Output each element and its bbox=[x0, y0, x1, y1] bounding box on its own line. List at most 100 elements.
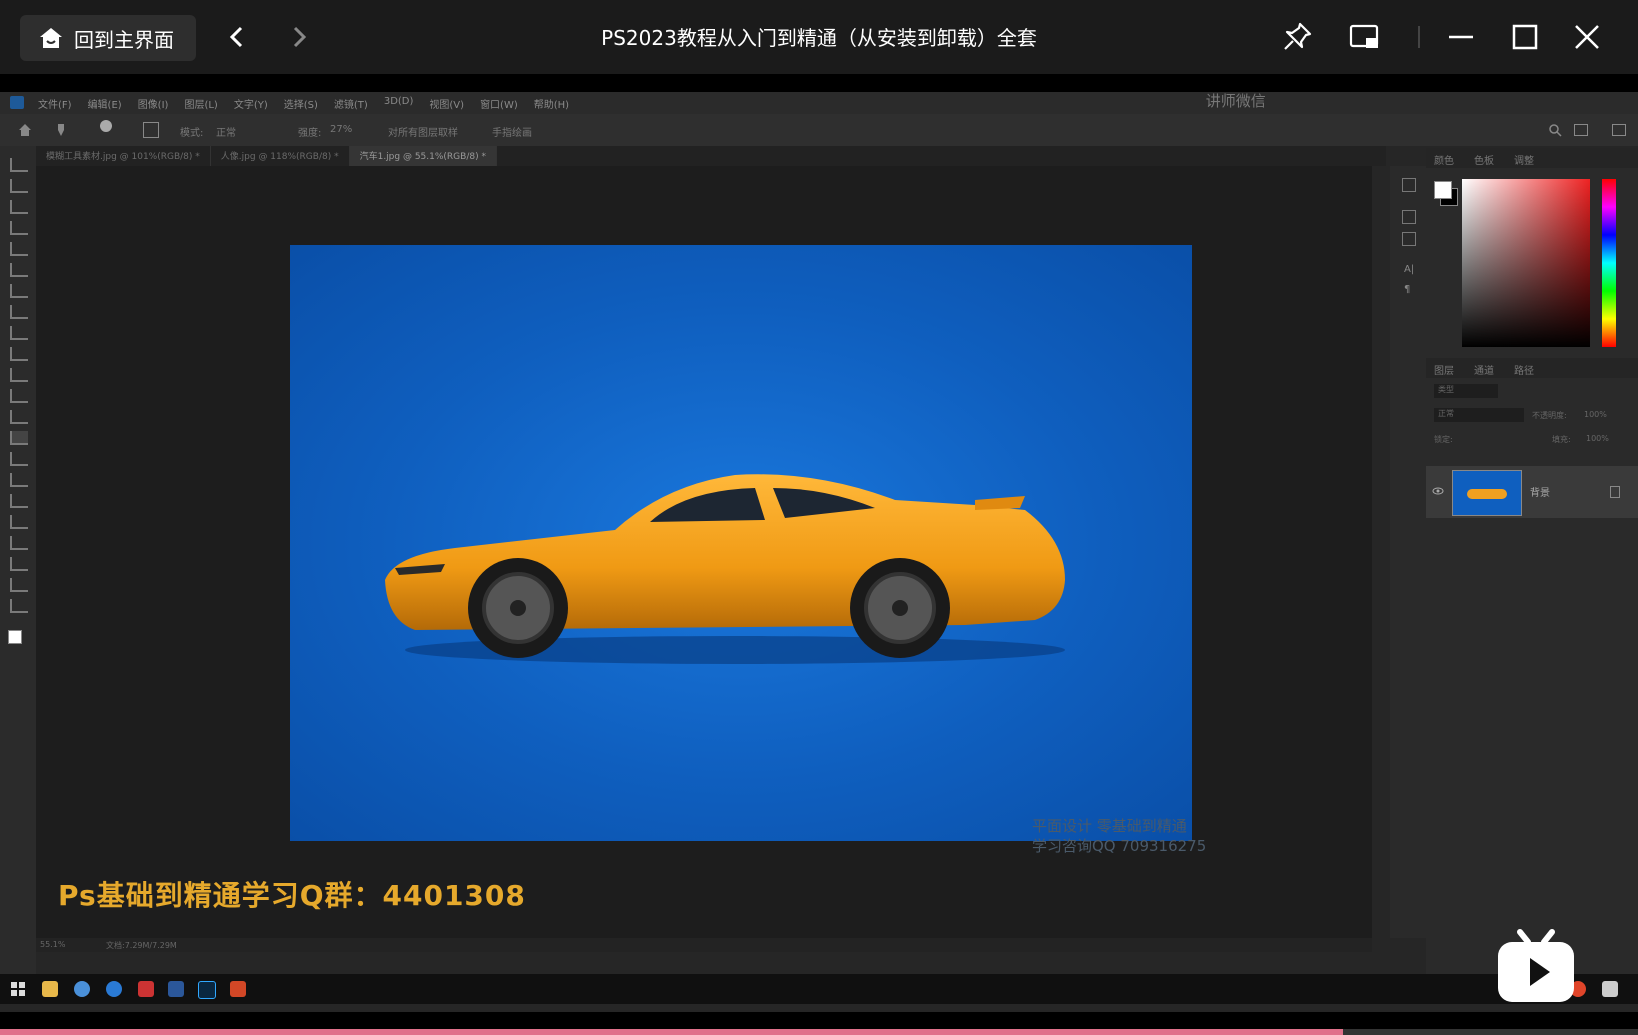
blend-mode-select: 正常 bbox=[1434, 408, 1524, 422]
pen-tool-icon bbox=[10, 473, 28, 487]
ps-right-panels: 颜色 色板 调整 图层 通道 路径 类型 正常 不透明度: 100% 锁定: 填充: 1… bbox=[1426, 148, 1638, 978]
ps-menu-item: 视图(V) bbox=[429, 100, 465, 111]
ps-doc-tab: 模糊工具素材.jpg @ 101%(RGB/8) * bbox=[36, 146, 211, 166]
layers-panel-tabs: 图层 通道 路径 bbox=[1426, 358, 1638, 378]
color-panel-tab: 色板 bbox=[1474, 156, 1494, 167]
finger-paint: 手指绘画 bbox=[492, 128, 532, 139]
brush-settings-icon bbox=[143, 122, 159, 138]
brush-tool-icon bbox=[10, 326, 28, 340]
sample-all-layers: 对所有图层取样 bbox=[388, 128, 458, 139]
visibility-eye-icon bbox=[1432, 487, 1444, 495]
layer-thumbnail bbox=[1452, 470, 1522, 516]
picture-in-picture-icon[interactable] bbox=[1348, 20, 1382, 54]
ps-menu-item: 帮助(H) bbox=[533, 100, 570, 111]
ps-menu-item: 滤镜(T) bbox=[333, 100, 368, 111]
player-titlebar: 回到主界面 PS2023教程从入门到精通（从安装到卸载）全套 bbox=[0, 0, 1638, 74]
lock-label: 锁定: bbox=[1434, 435, 1453, 444]
hue-slider bbox=[1602, 179, 1616, 347]
ps-home-icon bbox=[19, 124, 31, 136]
paragraph-icon: ¶ bbox=[1404, 284, 1411, 295]
character-icon: A| bbox=[1404, 264, 1415, 275]
ps-logo-icon bbox=[10, 96, 24, 109]
share-icon bbox=[1612, 124, 1626, 136]
canvas-watermark: 平面设计 零基础到精通 学习咨询QQ 709316275 bbox=[1032, 816, 1206, 856]
stamp-tool-icon bbox=[10, 347, 28, 361]
strength-value: 27% bbox=[330, 124, 353, 135]
opacity-value: 100% bbox=[1584, 410, 1607, 419]
windows-taskbar bbox=[0, 974, 1638, 1004]
status-zoom: 55.1% bbox=[40, 940, 66, 949]
layers-panel-tab: 路径 bbox=[1514, 366, 1534, 377]
watermark-line-1: 平面设计 零基础到精通 bbox=[1032, 817, 1187, 835]
color-picker-field bbox=[1462, 179, 1590, 347]
ps-menu-item: 文件(F) bbox=[38, 100, 72, 111]
wechat-label: 讲师微信 bbox=[1205, 92, 1266, 110]
dodge-tool-icon bbox=[10, 452, 28, 466]
powerpoint-icon bbox=[230, 981, 246, 997]
layers-panel-tab: 图层 bbox=[1434, 366, 1454, 377]
close-icon[interactable] bbox=[1570, 20, 1604, 54]
windows-start-icon bbox=[11, 982, 25, 996]
layer-lock-icon bbox=[1610, 486, 1620, 498]
ps-menu-items: 文件(F) 编辑(E) 图像(I) 图层(L) 文字(Y) 选择(S) 滤镜(T) 3D(D)… bbox=[38, 96, 569, 111]
minimize-icon[interactable] bbox=[1444, 20, 1478, 54]
color-panel-tab: 调整 bbox=[1514, 156, 1534, 167]
watermark-line-2: 学习咨询QQ 709316275 bbox=[1032, 837, 1207, 855]
fill-label: 填充: bbox=[1552, 435, 1571, 444]
file-explorer-icon bbox=[42, 981, 58, 997]
browser-icon bbox=[74, 981, 90, 997]
layer-name: 背景 bbox=[1530, 488, 1550, 499]
maximize-icon[interactable] bbox=[1508, 20, 1542, 54]
browser2-icon bbox=[106, 981, 122, 997]
history-icon bbox=[1402, 178, 1416, 192]
strength-label: 强度: bbox=[298, 128, 322, 139]
brush-preview-icon bbox=[100, 120, 112, 132]
pin-icon[interactable] bbox=[1280, 20, 1314, 54]
car-image bbox=[385, 474, 1065, 664]
lasso-tool-icon bbox=[10, 200, 28, 214]
photoshop-taskbar-icon bbox=[198, 981, 216, 999]
marquee-tool-icon bbox=[10, 179, 28, 193]
ps-menu-item: 3D(D) bbox=[383, 96, 414, 107]
hand-tool-icon bbox=[10, 557, 28, 571]
ps-canvas-area: 平面设计 零基础到精通 学习咨询QQ 709316275 Ps基础到精通学习Q群… bbox=[36, 166, 1372, 938]
ps-menu-item: 窗口(W) bbox=[480, 100, 518, 111]
layers-search: 类型 bbox=[1434, 384, 1498, 398]
foreground-swatch bbox=[1434, 181, 1452, 199]
color-panel-tab: 颜色 bbox=[1434, 156, 1454, 167]
qq-group-overlay: Ps基础到精通学习Q群：4401308 bbox=[58, 879, 526, 912]
ps-menu-bar: 文件(F) 编辑(E) 图像(I) 图层(L) 文字(Y) 选择(S) 滤镜(T) 3D(D)… bbox=[0, 92, 1638, 114]
path-select-tool-icon bbox=[10, 515, 28, 529]
healing-tool-icon bbox=[10, 305, 28, 319]
shape-tool-icon bbox=[10, 536, 28, 550]
word-icon bbox=[168, 981, 184, 997]
eraser-tool-icon bbox=[10, 389, 28, 403]
ps-menu-item: 图像(I) bbox=[137, 100, 169, 111]
type-tool-icon bbox=[10, 494, 28, 508]
move-tool-icon bbox=[10, 158, 28, 172]
video-title: PS2023教程从入门到精通（从安装到卸载）全套 bbox=[601, 26, 1037, 50]
fill-value: 100% bbox=[1586, 434, 1609, 443]
search-icon bbox=[1549, 124, 1562, 137]
ps-panel-dock: A| ¶ bbox=[1390, 166, 1428, 938]
ps-menu-item: 图层(L) bbox=[184, 100, 218, 111]
ps-tools-panel bbox=[0, 146, 36, 976]
ps-menu-item: 选择(S) bbox=[283, 100, 318, 111]
smudge-tool-icon bbox=[10, 431, 28, 445]
layers-panel-tab: 通道 bbox=[1474, 366, 1494, 377]
more-tool-icon bbox=[10, 599, 28, 613]
video-frame[interactable]: 文件(F) 编辑(E) 图像(I) 图层(L) 文字(Y) 选择(S) 滤镜(T) 3D(D)… bbox=[0, 74, 1638, 1029]
titlebar-divider bbox=[1418, 26, 1420, 48]
opacity-label: 不透明度: bbox=[1532, 411, 1567, 420]
video-progress-bar[interactable] bbox=[0, 1029, 1638, 1035]
crop-tool-icon bbox=[10, 242, 28, 256]
photoshop-window: 文件(F) 编辑(E) 图像(I) 图层(L) 文字(Y) 选择(S) 滤镜(T) 3D(D)… bbox=[0, 92, 1638, 1012]
layer-row-background: 背景 bbox=[1426, 466, 1638, 518]
thumbnail-car bbox=[1467, 489, 1507, 499]
ps-status-bar: 55.1% 文档:7.29M/7.29M bbox=[36, 938, 1372, 952]
ps-doc-tab: 人像.jpg @ 118%(RGB/8) * bbox=[211, 146, 350, 166]
bilibili-play-icon[interactable] bbox=[1494, 926, 1578, 1006]
workspace-icon bbox=[1574, 124, 1588, 136]
ps-menu-item: 编辑(E) bbox=[87, 100, 122, 111]
history-brush-tool-icon bbox=[10, 368, 28, 382]
